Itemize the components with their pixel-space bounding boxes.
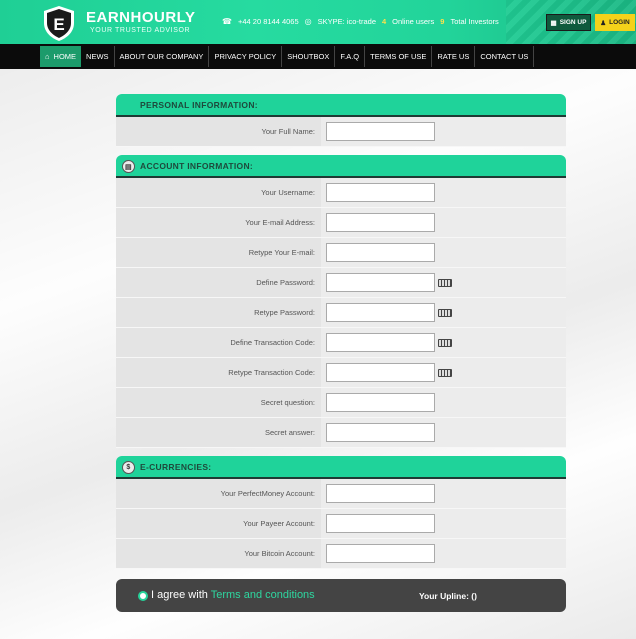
online-users-label: Online users — [392, 17, 435, 26]
login-label: LOGIN — [609, 19, 630, 26]
nav-faq[interactable]: F.A.Q — [335, 46, 366, 67]
virtual-keyboard-icon[interactable] — [438, 368, 452, 377]
nav-rate-us[interactable]: RATE US — [432, 46, 476, 67]
login-button[interactable]: ♟ LOGIN — [595, 14, 635, 31]
transaction-code-label: Define Transaction Code: — [116, 328, 321, 357]
password-label: Define Password: — [116, 268, 321, 297]
personal-info-title: PERSONAL INFORMATION: — [140, 99, 258, 110]
main-nav: ⌂ HOME NEWS ABOUT OUR COMPANY PRIVACY PO… — [0, 44, 636, 69]
skype-id: SKYPE: ico-trade — [317, 17, 376, 26]
account-info-header: ▤ ACCOUNT INFORMATION: — [116, 155, 566, 178]
total-investors-count: 9 — [440, 17, 445, 26]
nav-terms[interactable]: TERMS OF USE — [365, 46, 433, 67]
full-name-input[interactable] — [326, 122, 435, 141]
form-row-password: Define Password: — [116, 268, 566, 298]
online-users-count: 4 — [382, 17, 387, 26]
brand-tagline: YOUR TRUSTED ADVISOR — [90, 27, 191, 34]
form-row-secret-answer: Secret answer: — [116, 418, 566, 448]
user-icon: ♟ — [600, 19, 607, 27]
email-input[interactable] — [326, 213, 435, 232]
virtual-keyboard-icon[interactable] — [438, 338, 452, 347]
shield-logo-icon[interactable]: E — [40, 4, 78, 42]
nav-contact[interactable]: CONTACT US — [475, 46, 535, 67]
email-label: Your E-mail Address: — [116, 208, 321, 237]
username-label: Your Username: — [116, 178, 321, 207]
form-row-secret-question: Secret question: — [116, 388, 566, 418]
password-input[interactable] — [326, 273, 435, 292]
account-info-title: ACCOUNT INFORMATION: — [140, 160, 254, 171]
signup-label: SIGN UP — [559, 19, 587, 26]
total-investors-label: Total Investors — [450, 17, 499, 26]
retype-email-input[interactable] — [326, 243, 435, 262]
agree-prefix: I agree with — [151, 589, 208, 601]
id-card-icon: ▤ — [122, 160, 135, 173]
nav-privacy[interactable]: PRIVACY POLICY — [209, 46, 283, 67]
retype-email-label: Retype Your E-mail: — [116, 238, 321, 267]
full-name-label: Your Full Name: — [116, 117, 321, 146]
perfectmoney-label: Your PerfectMoney Account: — [116, 479, 321, 508]
personal-info-header: PERSONAL INFORMATION: — [116, 94, 566, 117]
dollar-icon: $ — [122, 461, 135, 474]
form-row-retype-email: Retype Your E-mail: — [116, 238, 566, 268]
form-row-transaction-code: Define Transaction Code: — [116, 328, 566, 358]
phone-number: +44 20 8144 4065 — [237, 17, 299, 26]
bitcoin-label: Your Bitcoin Account: — [116, 539, 321, 568]
virtual-keyboard-icon[interactable] — [438, 308, 452, 317]
ecurrencies-header: $ E-CURRENCIES: — [116, 456, 566, 479]
perfectmoney-input[interactable] — [326, 484, 435, 503]
agree-text: I agree with Terms and conditions — [151, 589, 315, 601]
nav-about[interactable]: ABOUT OUR COMPANY — [115, 46, 210, 67]
virtual-keyboard-icon[interactable] — [438, 278, 452, 287]
brand-name[interactable]: EARNHOURLY — [86, 9, 195, 26]
form-row-perfectmoney: Your PerfectMoney Account: — [116, 479, 566, 509]
secret-answer-input[interactable] — [326, 423, 435, 442]
signup-icon: ▦ — [550, 19, 557, 27]
form-row-payeer: Your Payeer Account: — [116, 509, 566, 539]
home-icon: ⌂ — [45, 52, 50, 61]
payeer-label: Your Payeer Account: — [116, 509, 321, 538]
terms-link[interactable]: Terms and conditions — [211, 589, 315, 601]
secret-question-input[interactable] — [326, 393, 435, 412]
phone-icon: ☎ — [222, 17, 232, 26]
nav-shoutbox[interactable]: SHOUTBOX — [282, 46, 336, 67]
bitcoin-input[interactable] — [326, 544, 435, 563]
username-input[interactable] — [326, 183, 435, 202]
transaction-code-input[interactable] — [326, 333, 435, 352]
form-row-email: Your E-mail Address: — [116, 208, 566, 238]
retype-transaction-code-label: Retype Transaction Code: — [116, 358, 321, 387]
form-row-bitcoin: Your Bitcoin Account: — [116, 539, 566, 569]
site-header: E EARNHOURLY YOUR TRUSTED ADVISOR ☎ +44 … — [0, 0, 636, 44]
registration-form: PERSONAL INFORMATION: Your Full Name: ▤ … — [116, 94, 566, 612]
form-row-full-name: Your Full Name: — [116, 117, 566, 147]
upline-label: Your Upline: () — [419, 591, 477, 601]
secret-question-label: Secret question: — [116, 388, 321, 417]
retype-password-label: Retype Password: — [116, 298, 321, 327]
contact-bar: ☎ +44 20 8144 4065 ◎ SKYPE: ico-trade 4 … — [222, 17, 499, 26]
agreement-bar: I agree with Terms and conditions Your U… — [116, 579, 566, 612]
form-row-retype-password: Retype Password: — [116, 298, 566, 328]
form-row-retype-transaction-code: Retype Transaction Code: — [116, 358, 566, 388]
agree-checkbox[interactable] — [138, 591, 148, 601]
logo-letter: E — [53, 15, 64, 34]
nav-news[interactable]: NEWS — [81, 46, 115, 67]
skype-icon: ◎ — [304, 17, 312, 26]
nav-home-label: HOME — [53, 52, 77, 61]
nav-home[interactable]: ⌂ HOME — [40, 46, 82, 67]
retype-password-input[interactable] — [326, 303, 435, 322]
payeer-input[interactable] — [326, 514, 435, 533]
retype-transaction-code-input[interactable] — [326, 363, 435, 382]
signup-button[interactable]: ▦ SIGN UP — [546, 14, 591, 31]
ecurrencies-title: E-CURRENCIES: — [140, 461, 212, 472]
secret-answer-label: Secret answer: — [116, 418, 321, 447]
form-row-username: Your Username: — [116, 178, 566, 208]
